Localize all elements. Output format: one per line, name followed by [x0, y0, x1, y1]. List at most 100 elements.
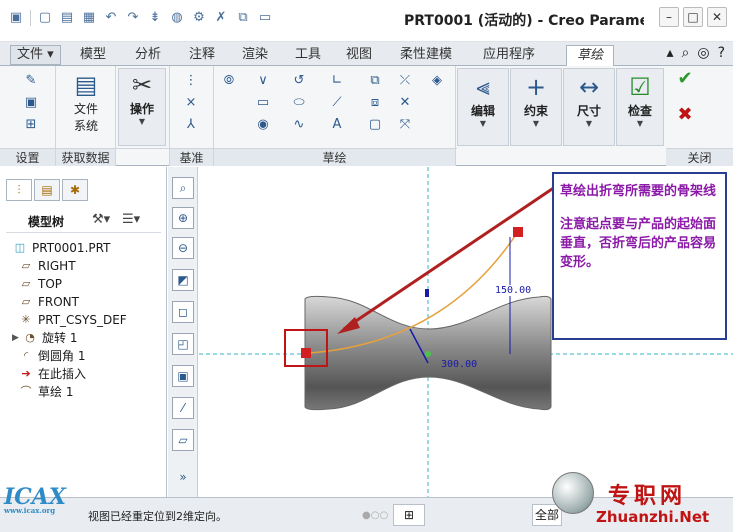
tree-item-part[interactable]: ◫ PRT0001.PRT — [12, 239, 127, 257]
inspect-label: 检查 — [627, 104, 652, 118]
tree-item-insert-here[interactable]: ➔ 在此插入 — [12, 365, 127, 383]
folder-icon[interactable]: ▭ — [257, 10, 273, 26]
community-icon[interactable]: ◎ — [697, 45, 709, 61]
project-icon[interactable]: ▢ — [366, 116, 384, 134]
repaint-icon[interactable]: ◩ — [172, 269, 194, 291]
tab-render[interactable]: 渲染 — [242, 45, 268, 65]
graphics-toolbar: ⌕ ⊕ ⊖ ◩ ◻ ◰ ▣ ⁄ ▱ » — [168, 167, 198, 497]
references-icon[interactable]: ▣ — [22, 94, 40, 112]
line-icon[interactable]: ∨ — [254, 72, 272, 90]
inspect-button[interactable]: ☑ 检查 ▼ — [618, 72, 662, 128]
dimension-300[interactable]: 300.00 — [441, 359, 477, 370]
tree-item-front[interactable]: ▱ FRONT — [12, 293, 127, 311]
app-icon[interactable]: ▣ — [8, 10, 24, 26]
tree-filter-icon[interactable]: ☰▾ — [122, 212, 140, 227]
tree-item-round[interactable]: ◜ 倒圆角 1 — [12, 347, 127, 365]
centerline-icon[interactable]: ⋮ — [182, 72, 200, 90]
divide-icon[interactable]: ⤧ — [396, 116, 414, 134]
coordinate-system-icon[interactable]: ⅄ — [182, 116, 200, 134]
tab-model[interactable]: 模型 — [80, 45, 106, 65]
open-icon[interactable]: ▤ — [59, 10, 75, 26]
plane-display-icon[interactable]: ▱ — [172, 429, 194, 451]
save-icon[interactable]: ▦ — [81, 10, 97, 26]
sketch-view-icon[interactable]: ⊞ — [22, 116, 40, 134]
chamfer-icon[interactable]: ⟋ — [328, 94, 346, 112]
undo-icon[interactable]: ↶ — [103, 10, 119, 26]
point-icon[interactable]: × — [182, 94, 200, 112]
ellipse-icon[interactable]: ⬭ — [290, 94, 308, 112]
tab-file[interactable]: 文件 ▾ — [10, 45, 61, 65]
favorites-tab-icon[interactable]: ✱ — [62, 179, 88, 201]
help-icon[interactable]: ? — [718, 45, 725, 61]
redo-icon[interactable]: ↷ — [125, 10, 141, 26]
cancel-x-icon[interactable]: ✖ — [676, 106, 694, 124]
tree-item-sketch[interactable]: ⌒ 草绘 1 — [12, 383, 127, 401]
render-icon[interactable]: ◍ — [169, 10, 185, 26]
fillet-icon[interactable]: ∟ — [328, 72, 346, 90]
tree-item-csys[interactable]: ✳ PRT_CSYS_DEF — [12, 311, 126, 329]
palette-icon[interactable]: ◈ — [428, 72, 446, 90]
ok-check-icon[interactable]: ✔ — [676, 70, 694, 88]
expand-arrow-icon[interactable]: ▶ — [12, 329, 22, 347]
more-icon[interactable]: » — [172, 467, 194, 489]
rectangle-icon[interactable]: ▭ — [254, 94, 272, 112]
regen-icon[interactable]: ⇟ — [147, 10, 163, 26]
zoom-out-icon[interactable]: ⊖ — [172, 237, 194, 259]
offset-icon[interactable]: ⧉ — [366, 72, 384, 90]
navigator-panel: ⫶ ▤ ✱ 模型树 ⚒▾ ☰▾ ◫ PRT0001.PRT ▱ RIGHT ▱ TOP… — [0, 167, 167, 497]
arc-icon[interactable]: ↺ — [290, 72, 308, 90]
minimize-icon[interactable]: – — [659, 7, 679, 27]
text-icon[interactable]: A — [328, 116, 346, 134]
saved-views-icon[interactable]: ◰ — [172, 333, 194, 355]
constraint-marker — [425, 289, 429, 297]
tab-annotate[interactable]: 注释 — [189, 45, 215, 65]
edit-label: 编辑 — [470, 104, 495, 118]
tab-view[interactable]: 视图 — [346, 45, 372, 65]
datum-display-icon[interactable]: ⁄ — [172, 397, 194, 419]
close-window-icon[interactable]: ✗ — [213, 10, 229, 26]
tab-tools[interactable]: 工具 — [295, 45, 321, 65]
tab-applications[interactable]: 应用程序 — [483, 45, 535, 65]
path-end-point[interactable] — [513, 227, 523, 237]
binoculars-icon[interactable]: ⊞ — [393, 504, 425, 526]
dimension-150[interactable]: 150.00 — [495, 285, 532, 296]
sketch-setup-icon[interactable]: ✎ — [22, 72, 40, 90]
tree-item-right[interactable]: ▱ RIGHT — [12, 257, 127, 275]
tree-item-top[interactable]: ▱ TOP — [12, 275, 127, 293]
folder-browser-tab-icon[interactable]: ▤ — [34, 179, 60, 201]
tree-item-revolve[interactable]: ▶ ◔ 旋转 1 — [12, 329, 127, 347]
file-system-button[interactable]: ▤ 文件 系统 — [66, 70, 106, 134]
dimension-button[interactable]: ↔ 尺寸 ▼ — [566, 72, 612, 128]
operations-button[interactable]: ✂ 操作 ▼ — [122, 70, 162, 126]
new-icon[interactable]: ▢ — [37, 10, 53, 26]
corner-icon[interactable]: ✕ — [396, 94, 414, 112]
view-manager-icon[interactable]: ▣ — [172, 365, 194, 387]
model-tree-tab-icon[interactable]: ⫶ — [6, 179, 32, 201]
refit-icon[interactable]: ⌕ — [172, 177, 194, 199]
tab-flexible-modeling[interactable]: 柔性建模 — [400, 45, 452, 65]
display-style-icon[interactable]: ◻ — [172, 301, 194, 323]
inspect-icon: ☑ — [629, 73, 651, 101]
operations-label: 操作 — [129, 102, 154, 116]
search-icon[interactable]: ⌕ — [682, 45, 690, 61]
close-icon[interactable]: ✕ — [707, 7, 727, 27]
edit-button[interactable]: ⫷ 编辑 ▼ — [460, 72, 506, 128]
navigator-tabs: ⫶ ▤ ✱ — [6, 179, 88, 201]
construction-mode-icon[interactable]: ⦾ — [220, 72, 238, 90]
constrain-button[interactable]: + 约束 ▼ — [513, 72, 559, 128]
expand-icon[interactable]: ▴ — [666, 45, 673, 61]
delete-segment-icon[interactable]: ⤫ — [396, 72, 414, 90]
tab-analysis[interactable]: 分析 — [135, 45, 161, 65]
window-controls: – □ ✕ — [659, 7, 727, 27]
tree-settings-icon[interactable]: ⚒▾ — [92, 212, 110, 227]
settings-icon[interactable]: ⚙ — [191, 10, 207, 26]
thicken-icon[interactable]: ⧈ — [366, 94, 384, 112]
spline-icon[interactable]: ∿ — [290, 116, 308, 134]
path-start-point[interactable] — [301, 348, 311, 358]
circle-icon[interactable]: ◉ — [254, 116, 272, 134]
tab-sketch[interactable]: 草绘 — [566, 45, 615, 67]
separator — [30, 10, 31, 26]
window-icon[interactable]: ⧉ — [235, 10, 251, 26]
zoom-in-icon[interactable]: ⊕ — [172, 207, 194, 229]
maximize-icon[interactable]: □ — [683, 7, 703, 27]
